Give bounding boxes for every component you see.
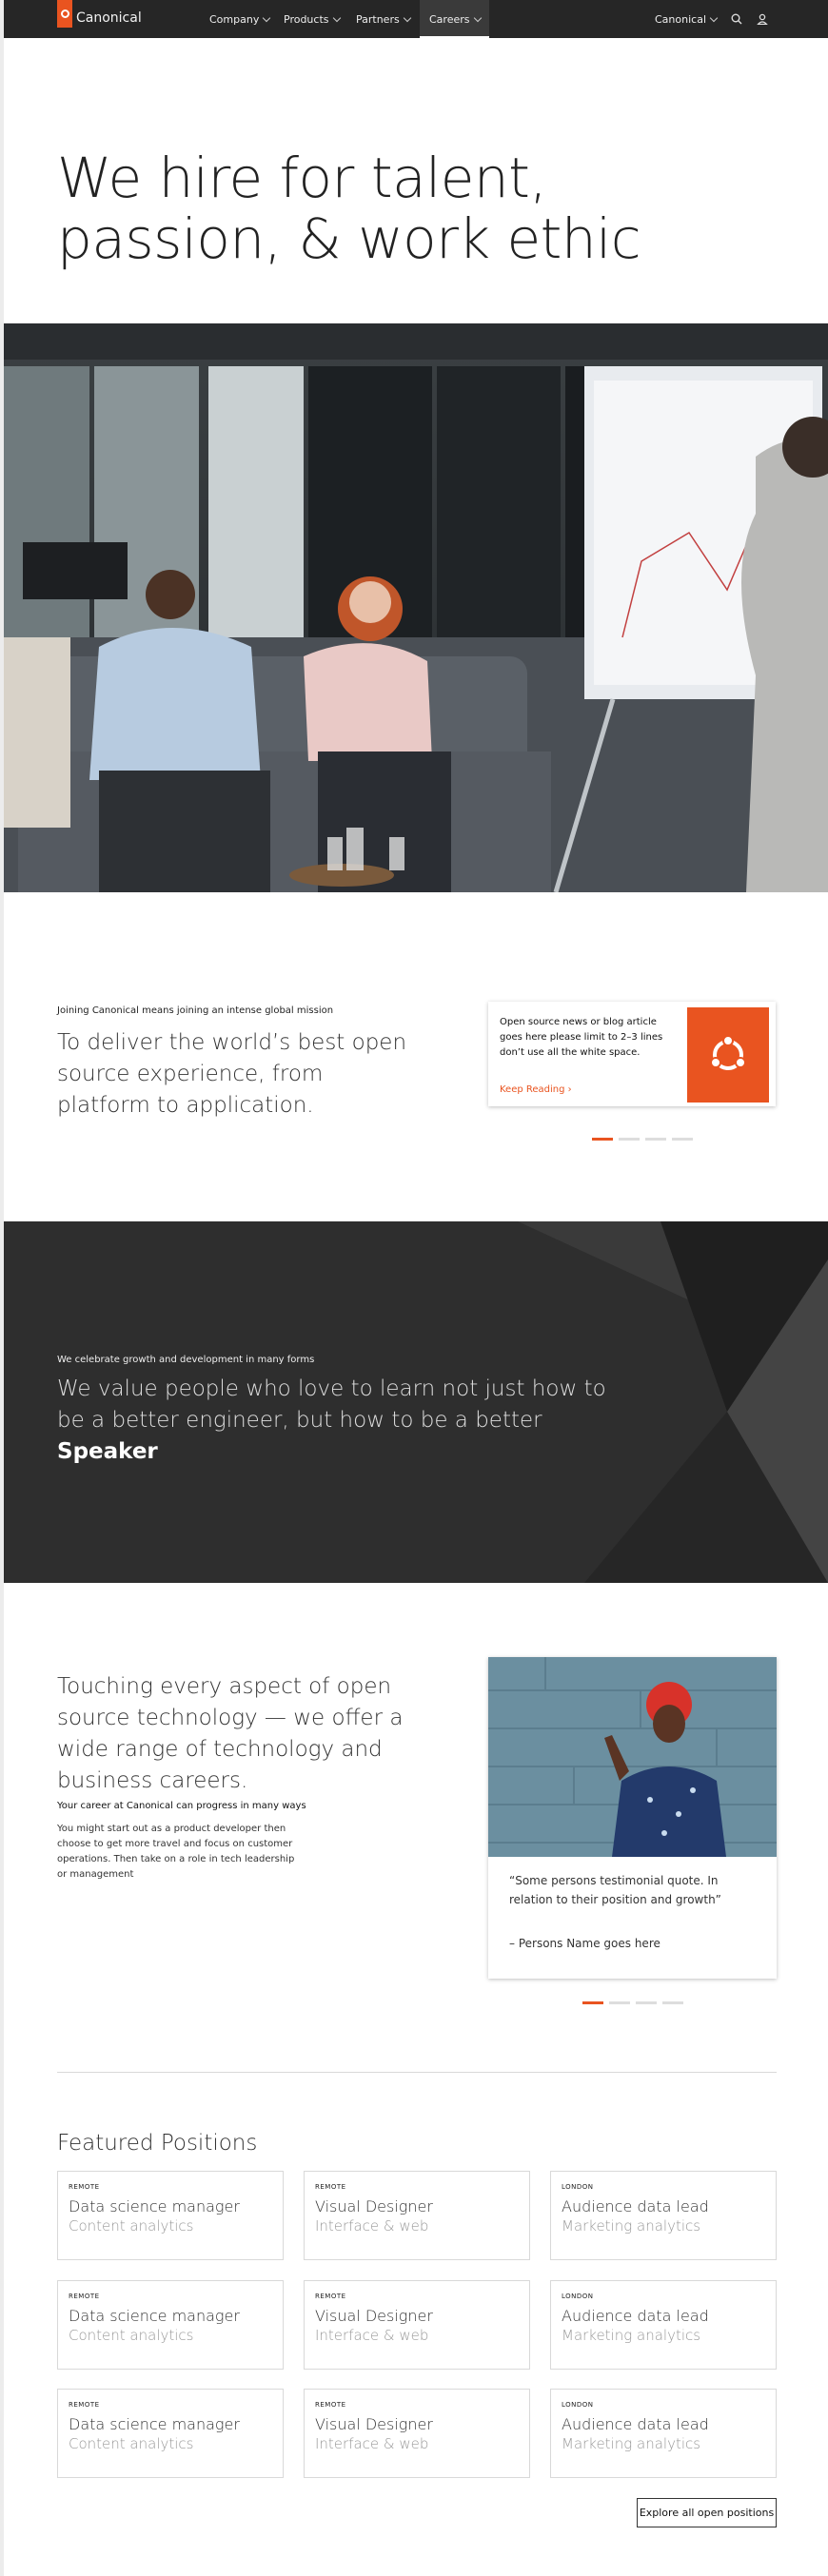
carousel-dot[interactable]	[619, 1138, 640, 1141]
job-team: Marketing analytics	[562, 2217, 701, 2234]
growth-statement: We value people who love to learn not ju…	[57, 1374, 619, 1468]
growth-text: We value people who love to learn not ju…	[57, 1376, 606, 1433]
growth-kicker: We celebrate growth and development in m…	[57, 1355, 315, 1365]
job-location: LONDON	[562, 2293, 594, 2300]
job-location: LONDON	[562, 2183, 594, 2191]
job-card[interactable]: REMOTE Data science manager Content anal…	[57, 2171, 284, 2260]
job-role: Data science manager	[69, 2415, 240, 2433]
featured-positions-title: Featured Positions	[57, 2131, 258, 2156]
explore-positions-button[interactable]: Explore all open positions	[637, 2498, 777, 2527]
careers-kicker: Your career at Canonical can progress in…	[57, 1801, 306, 1811]
carousel-dot[interactable]	[636, 2001, 657, 2004]
page: Canonical Company Products Partners Care…	[4, 0, 828, 2576]
news-carousel-pagination	[592, 1138, 693, 1141]
job-location: REMOTE	[69, 2293, 100, 2300]
job-role: Audience data lead	[562, 2197, 709, 2215]
nav-item-partners[interactable]: Partners	[356, 13, 411, 26]
nav-label: Company	[209, 13, 260, 26]
carousel-dot[interactable]	[645, 1138, 666, 1141]
testimonial-author: – Persons Name goes here	[509, 1937, 660, 1950]
job-team: Marketing analytics	[562, 2327, 701, 2344]
job-team: Interface & web	[315, 2217, 429, 2234]
careers-title: Touching every aspect of open source tec…	[57, 1674, 404, 1793]
job-role: Visual Designer	[315, 2197, 433, 2215]
job-card[interactable]: REMOTE Data science manager Content anal…	[57, 2280, 284, 2370]
news-card[interactable]: Open source news or blog article goes he…	[488, 1002, 776, 1106]
hero-title-line: passion, & work ethic	[57, 206, 641, 271]
chevron-down-icon	[473, 13, 482, 23]
growth-band: We celebrate growth and development in m…	[4, 1221, 828, 1583]
carousel-dot[interactable]	[582, 2001, 603, 2004]
job-location: REMOTE	[315, 2401, 346, 2409]
job-location: LONDON	[562, 2401, 594, 2409]
carousel-dot[interactable]	[662, 2001, 683, 2004]
job-card[interactable]: REMOTE Visual Designer Interface & web	[304, 2171, 530, 2260]
job-location: REMOTE	[69, 2401, 100, 2409]
nav-item-company[interactable]: Company	[209, 13, 271, 26]
chevron-down-icon	[263, 13, 271, 23]
keep-reading-link[interactable]: Keep Reading ›	[500, 1084, 572, 1095]
logo-text[interactable]: Canonical	[76, 10, 142, 26]
job-location: REMOTE	[69, 2183, 100, 2191]
job-card[interactable]: REMOTE Data science manager Content anal…	[57, 2389, 284, 2478]
careers-body: You might start out as a product develop…	[57, 1824, 295, 1880]
job-team: Interface & web	[315, 2327, 429, 2344]
carousel-dot[interactable]	[672, 1138, 693, 1141]
chevron-down-icon	[403, 13, 411, 23]
testimonial-quote: “Some persons testimonial quote. In rela…	[509, 1874, 721, 1906]
user-icon[interactable]	[757, 13, 768, 25]
job-role: Data science manager	[69, 2197, 240, 2215]
job-team: Interface & web	[315, 2435, 429, 2452]
job-role: Data science manager	[69, 2307, 240, 2325]
growth-highlight: Speaker	[57, 1439, 158, 1464]
carousel-dot[interactable]	[592, 1138, 613, 1141]
nav-item-products[interactable]: Products	[284, 13, 341, 26]
team-meeting-photo	[4, 323, 828, 892]
job-location: REMOTE	[315, 2183, 346, 2191]
top-navigation: Canonical Company Products Partners Care…	[4, 0, 828, 38]
section-divider	[57, 2072, 777, 2073]
job-card[interactable]: LONDON Audience data lead Marketing anal…	[550, 2280, 777, 2370]
search-icon[interactable]	[731, 13, 742, 25]
job-card[interactable]: REMOTE Visual Designer Interface & web	[304, 2280, 530, 2370]
nav-label: Partners	[356, 13, 400, 26]
nav-label: Canonical	[655, 13, 706, 26]
canonical-logo-icon[interactable]	[57, 0, 72, 28]
job-card[interactable]: LONDON Audience data lead Marketing anal…	[550, 2171, 777, 2260]
chevron-down-icon	[709, 13, 719, 23]
job-card[interactable]: REMOTE Visual Designer Interface & web	[304, 2389, 530, 2478]
testimonial-carousel-pagination	[582, 2001, 683, 2004]
intro-kicker: Joining Canonical means joining an inten…	[57, 1005, 334, 1016]
hero-title-line: We hire for talent,	[57, 146, 547, 210]
job-team: Content analytics	[69, 2217, 194, 2234]
job-role: Visual Designer	[315, 2415, 433, 2433]
job-location: REMOTE	[315, 2293, 346, 2300]
team-meeting-illustration	[4, 323, 828, 892]
ubuntu-logo-icon	[687, 1007, 769, 1103]
job-team: Content analytics	[69, 2327, 194, 2344]
job-role: Visual Designer	[315, 2307, 433, 2325]
nav-label: Careers	[429, 13, 470, 26]
chevron-down-icon	[332, 13, 341, 23]
job-card[interactable]: LONDON Audience data lead Marketing anal…	[550, 2389, 777, 2478]
testimonial-card: “Some persons testimonial quote. In rela…	[488, 1657, 777, 1979]
job-role: Audience data lead	[562, 2415, 709, 2433]
job-team: Content analytics	[69, 2435, 194, 2452]
nav-label: Products	[284, 13, 329, 26]
job-role: Audience data lead	[562, 2307, 709, 2325]
job-team: Marketing analytics	[562, 2435, 701, 2452]
carousel-dot[interactable]	[609, 2001, 630, 2004]
nav-item-canonical[interactable]: Canonical	[655, 13, 719, 26]
hero-title: We hire for talent, passion, & work ethi…	[57, 147, 641, 269]
intro-statement: To deliver the world’s best open source …	[57, 1030, 407, 1118]
nav-item-careers[interactable]: Careers	[429, 13, 482, 26]
news-card-text: Open source news or blog article goes he…	[500, 1017, 663, 1058]
testimonial-photo	[488, 1657, 777, 1857]
